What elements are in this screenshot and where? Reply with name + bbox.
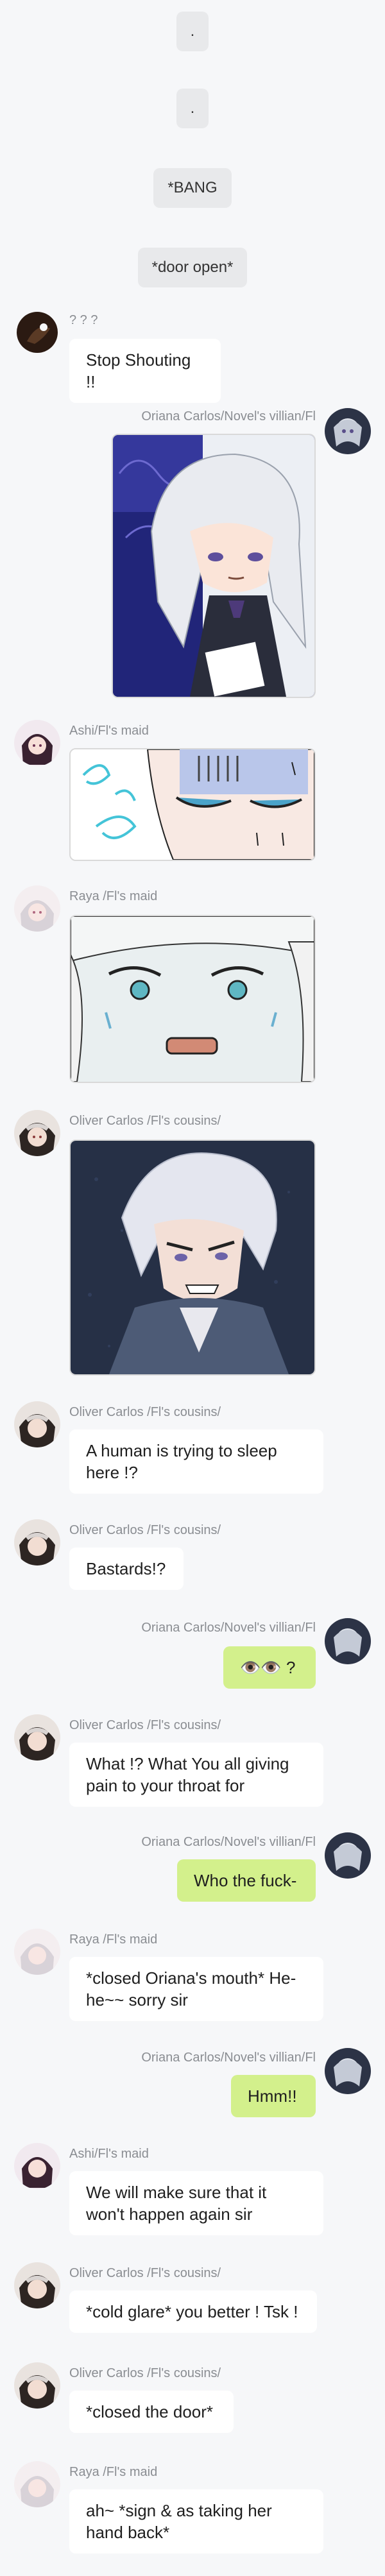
message-bubble: *closed the door* [69,2391,234,2433]
speaker-name: Oliver Carlos /Fl's cousins/ [69,1405,221,1419]
avatar-oliver[interactable] [14,1401,60,1447]
speaker-name: Oriana Carlos/Novel's villian/Fl [141,1835,316,1849]
speaker-name: Oliver Carlos /Fl's cousins/ [69,1718,221,1732]
avatar-oliver[interactable] [14,2362,60,2409]
annoyed-eyes-illustration [71,749,314,860]
avatar-image [14,1519,60,1565]
speaker-name: Oliver Carlos /Fl's cousins/ [69,1523,221,1537]
chibi-white-hair-illustration [113,435,314,697]
shared-image[interactable] [112,434,316,698]
narration-row: *BANG [0,168,385,208]
narration-bubble: *BANG [153,168,232,208]
avatar-raya[interactable] [14,1929,60,1975]
message-bubble: Stop Shouting !! [69,339,221,403]
avatar-image [14,720,60,766]
avatar-image [14,1714,60,1761]
narration-bubble: . [176,12,209,51]
avatar-image [325,1618,371,1664]
message-bubble: What !? What You all giving pain to your… [69,1743,323,1807]
avatar-oriana[interactable] [325,1832,371,1879]
avatar-oriana[interactable] [325,1618,371,1664]
speaker-name: Raya /Fl's maid [69,889,158,903]
message-bubble: Who the fuck- [177,1859,316,1902]
avatar-image [14,1929,60,1975]
avatar-image [325,2048,371,2094]
avatar-ashi[interactable] [14,2143,60,2189]
avatar-image [14,885,60,932]
shocked-face-illustration [71,916,314,1082]
speaker-name: Ashi/Fl's maid [69,724,149,738]
shared-image[interactable] [69,748,316,861]
avatar-oliver[interactable] [14,1519,60,1565]
avatar-unknown[interactable] [14,309,60,355]
avatar-raya[interactable] [14,885,60,932]
avatar-image [14,2362,60,2409]
message-bubble: *cold glare* you better ! Tsk ! [69,2290,317,2333]
message-bubble: Bastards!? [69,1548,184,1590]
message-bubble: We will make sure that it won't happen a… [69,2171,323,2235]
avatar-oriana[interactable] [325,408,371,454]
shared-image[interactable] [69,1139,316,1376]
speaker-name: Oliver Carlos /Fl's cousins/ [69,2266,221,2280]
avatar-image [14,2262,60,2308]
avatar-image [14,2461,60,2507]
message-bubble: ah~ *sign & as taking her hand back* [69,2489,323,2554]
narration-bubble: . [176,89,209,128]
speaker-name: Raya /Fl's maid [69,2465,158,2479]
silhouette-icon [14,309,60,355]
speaker-name: Oriana Carlos/Novel's villian/Fl [141,409,316,423]
shared-image[interactable] [69,915,316,1083]
message-bubble: 👁️👁️ ? [223,1646,316,1689]
speaker-name: ? ? ? [69,313,98,327]
narration-row: . [0,12,385,51]
message-bubble: Hmm!! [231,2075,316,2117]
angry-white-hair-illustration [71,1141,314,1374]
speaker-name: Ashi/Fl's maid [69,2147,149,2161]
avatar-oliver[interactable] [14,1714,60,1761]
speaker-name: Oriana Carlos/Novel's villian/Fl [141,2051,316,2065]
avatar-raya[interactable] [14,2461,60,2507]
speaker-name: Oliver Carlos /Fl's cousins/ [69,1114,221,1128]
message-bubble: A human is trying to sleep here !? [69,1429,323,1494]
narration-bubble: *door open* [137,248,248,287]
avatar-oriana[interactable] [325,2048,371,2094]
speaker-name: Oliver Carlos /Fl's cousins/ [69,2366,221,2380]
avatar-image [14,1401,60,1447]
avatar-image [14,1110,60,1156]
avatar-oliver[interactable] [14,2262,60,2308]
avatar-ashi[interactable] [14,720,60,766]
speaker-name: Oriana Carlos/Novel's villian/Fl [141,1621,316,1635]
narration-row: *door open* [0,248,385,287]
avatar-oliver[interactable] [14,1110,60,1156]
narration-row: . [0,89,385,128]
message-bubble: *closed Oriana's mouth* He-he~~ sorry si… [69,1957,323,2021]
speaker-name: Raya /Fl's maid [69,1932,158,1947]
avatar-image [325,1832,371,1879]
avatar-image [14,2143,60,2189]
avatar-image [325,408,371,454]
